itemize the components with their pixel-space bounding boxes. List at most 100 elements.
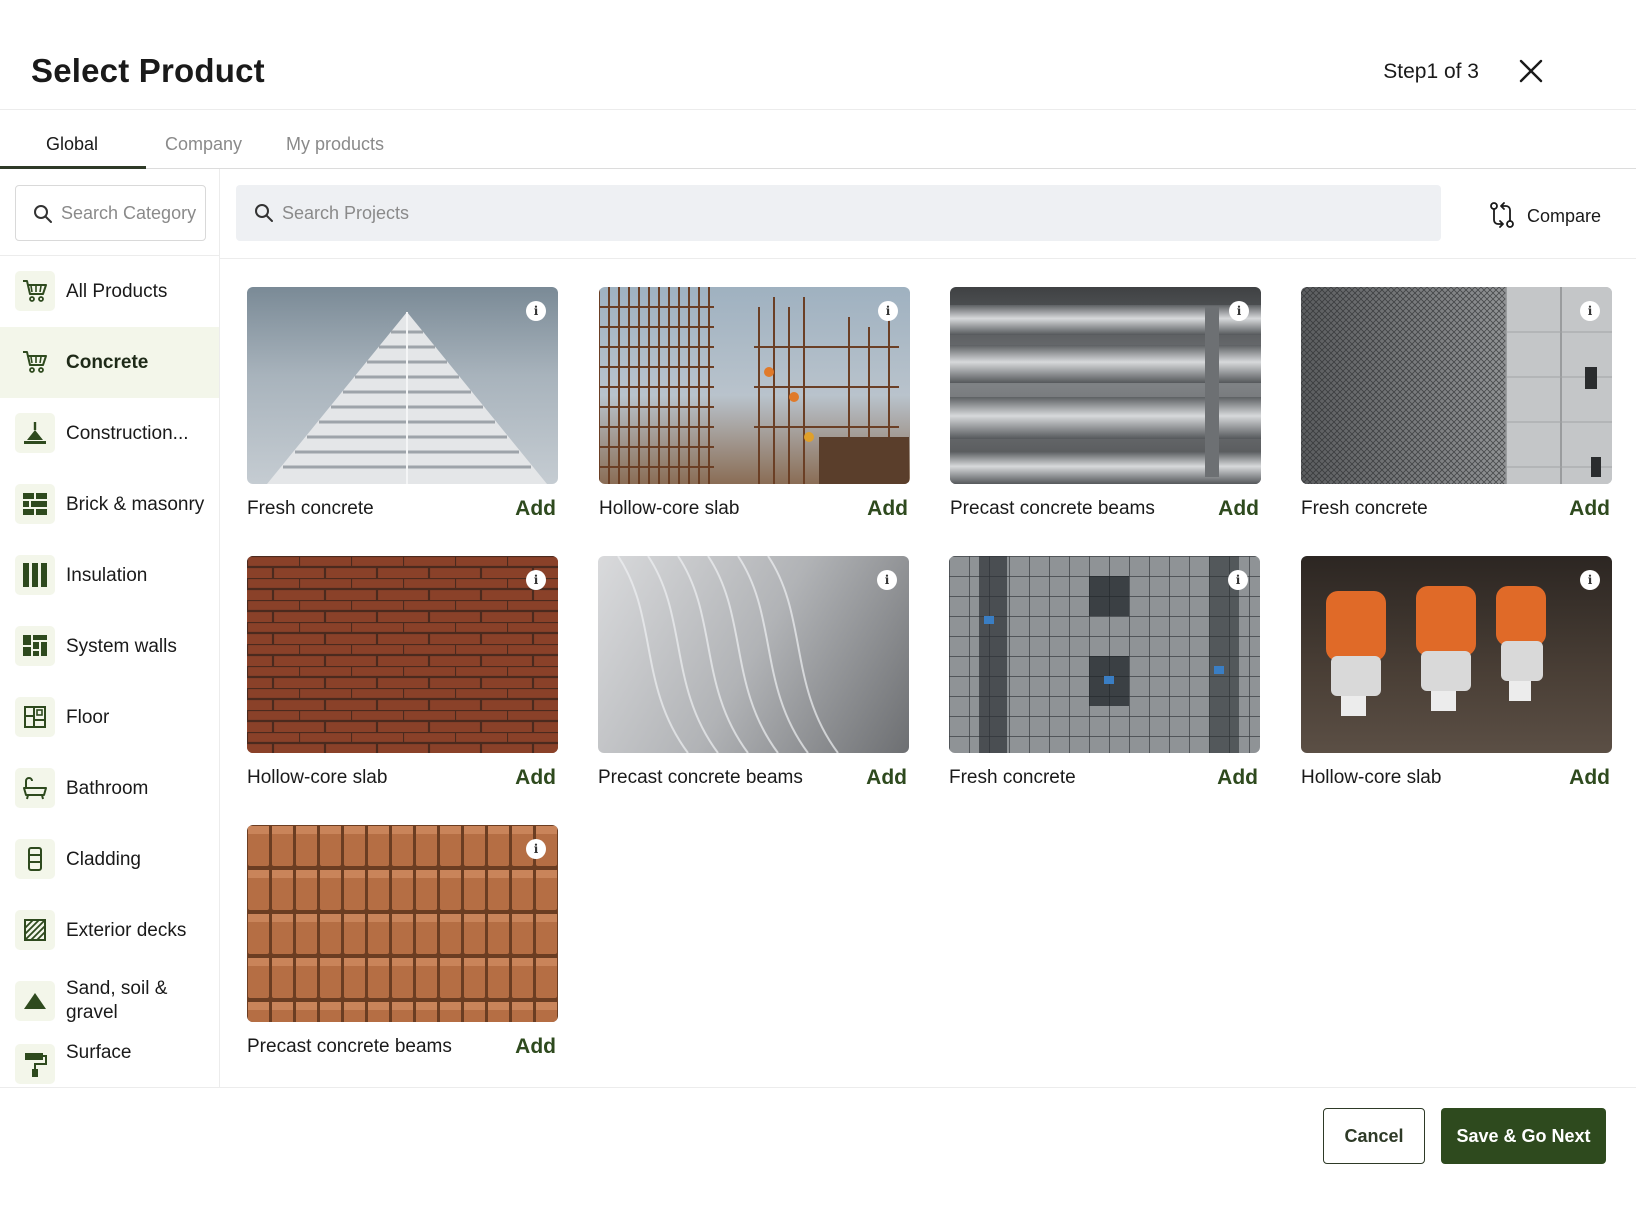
- search-icon: [255, 204, 273, 222]
- product-image-red-brick: i: [247, 556, 558, 753]
- product-name: Precast concrete beams: [598, 767, 803, 788]
- compare-arrows-icon: [1490, 202, 1514, 228]
- tab-company[interactable]: Company: [165, 134, 242, 155]
- product-card[interactable]: i Hollow-core slab Add: [1301, 556, 1612, 796]
- add-product-button[interactable]: Add: [515, 1035, 556, 1059]
- sidebar-item-floor[interactable]: Floor: [0, 682, 219, 753]
- compare-label: Compare: [1527, 206, 1602, 226]
- product-name: Fresh concrete: [1301, 498, 1428, 519]
- sidebar-item-all-products[interactable]: All Products: [0, 256, 219, 327]
- sidebar-item-label: Surface: [66, 1042, 132, 1063]
- info-icon[interactable]: i: [526, 839, 546, 859]
- add-product-button[interactable]: Add: [1217, 766, 1258, 790]
- product-name: Fresh concrete: [247, 498, 374, 519]
- modal-header: Select Product Step1 of 3: [0, 0, 1636, 110]
- sidebar-item-brick-masonry[interactable]: Brick & masonry: [0, 469, 219, 540]
- info-icon[interactable]: i: [1580, 301, 1600, 321]
- add-product-button[interactable]: Add: [1218, 497, 1259, 521]
- product-card[interactable]: i Hollow-core slab Add: [247, 556, 558, 796]
- insulation-icon: [15, 555, 55, 595]
- product-name: Hollow-core slab: [1301, 767, 1442, 788]
- product-image-steel-pipes: i: [950, 287, 1261, 484]
- product-card[interactable]: i Fresh concrete Add: [247, 287, 558, 527]
- sidebar-item-exterior-decks[interactable]: Exterior decks: [0, 895, 219, 966]
- add-product-button[interactable]: Add: [866, 766, 907, 790]
- category-search: [15, 185, 206, 241]
- triangle-icon: [15, 981, 55, 1021]
- info-icon[interactable]: i: [878, 301, 898, 321]
- sidebar-item-concrete[interactable]: Concrete: [0, 327, 219, 398]
- sidebar-item-insulation[interactable]: Insulation: [0, 540, 219, 611]
- sidebar-item-label: Floor: [66, 707, 110, 728]
- product-card[interactable]: i Precast concrete beams Add: [598, 556, 909, 796]
- info-icon[interactable]: i: [526, 570, 546, 590]
- sidebar-item-label: System walls: [66, 636, 177, 657]
- product-name: Hollow-core slab: [247, 767, 388, 788]
- project-search: [236, 185, 1441, 241]
- project-search-input[interactable]: [282, 185, 1422, 241]
- cart-icon: [15, 271, 55, 311]
- product-name: Precast concrete beams: [247, 1036, 452, 1057]
- product-card[interactable]: i Precast concrete beams Add: [247, 825, 558, 1065]
- sidebar-item-construction[interactable]: Construction...: [0, 398, 219, 469]
- cladding-icon: [15, 839, 55, 879]
- product-card[interactable]: i Fresh concrete Add: [949, 556, 1260, 796]
- add-product-button[interactable]: Add: [515, 766, 556, 790]
- category-sidebar: All Products Concrete Construction... Br…: [0, 169, 220, 1087]
- deck-icon: [15, 910, 55, 950]
- sidebar-item-label: Bathroom: [66, 778, 149, 799]
- product-card[interactable]: i Fresh concrete Add: [1301, 287, 1612, 527]
- brick-icon: [15, 484, 55, 524]
- sidebar-item-label: Brick & masonry: [66, 494, 205, 515]
- info-icon[interactable]: i: [1580, 570, 1600, 590]
- sidebar-item-label: Cladding: [66, 849, 141, 870]
- product-name: Hollow-core slab: [599, 498, 740, 519]
- close-icon[interactable]: [1517, 57, 1545, 85]
- sidebar-item-label: Concrete: [66, 352, 149, 373]
- sidebar-item-surface[interactable]: Surface: [0, 1037, 219, 1087]
- tab-global[interactable]: Global: [46, 134, 98, 155]
- wall-panel-icon: [15, 626, 55, 666]
- sidebar-item-label: Construction...: [66, 423, 189, 444]
- step-indicator: Step1 of 3: [1383, 60, 1479, 83]
- modal-footer: Cancel Save & Go Next: [0, 1087, 1636, 1218]
- cancel-button[interactable]: Cancel: [1323, 1108, 1425, 1164]
- product-image-scaffold-facade: i: [949, 556, 1260, 753]
- floor-plan-icon: [15, 697, 55, 737]
- paint-roller-icon: [15, 1044, 55, 1084]
- category-search-input[interactable]: [61, 186, 201, 240]
- info-icon[interactable]: i: [526, 301, 546, 321]
- sidebar-item-sand-soil-gravel[interactable]: Sand, soil & gravel: [0, 966, 219, 1037]
- content-divider: [220, 258, 1636, 259]
- add-product-button[interactable]: Add: [1569, 497, 1610, 521]
- info-icon[interactable]: i: [877, 570, 897, 590]
- product-card[interactable]: i Hollow-core slab Add: [599, 287, 910, 527]
- select-product-modal: Select Product Step1 of 3 Global Company…: [0, 0, 1636, 1218]
- sidebar-item-label: Exterior decks: [66, 920, 187, 941]
- product-name: Precast concrete beams: [950, 498, 1155, 519]
- info-icon[interactable]: i: [1229, 301, 1249, 321]
- product-image-mesh-wall: i: [1301, 287, 1612, 484]
- sidebar-item-label: All Products: [66, 281, 168, 302]
- product-image-brick-stack: i: [247, 825, 558, 1022]
- save-and-next-button[interactable]: Save & Go Next: [1441, 1108, 1606, 1164]
- add-product-button[interactable]: Add: [867, 497, 908, 521]
- cart-icon: [15, 342, 55, 382]
- add-product-button[interactable]: Add: [1569, 766, 1610, 790]
- crane-icon: [15, 413, 55, 453]
- sidebar-item-label: Insulation: [66, 565, 148, 586]
- sidebar-item-cladding[interactable]: Cladding: [0, 824, 219, 895]
- product-image-concrete-pyramid: i: [247, 287, 558, 484]
- sidebar-item-label: Sand, soil & gravel: [66, 978, 168, 1023]
- modal-title: Select Product: [31, 52, 265, 89]
- add-product-button[interactable]: Add: [515, 497, 556, 521]
- info-icon[interactable]: i: [1228, 570, 1248, 590]
- sidebar-item-bathroom[interactable]: Bathroom: [0, 753, 219, 824]
- product-card[interactable]: i Precast concrete beams Add: [950, 287, 1261, 527]
- search-icon: [34, 205, 52, 223]
- product-image-grey-waves: i: [598, 556, 909, 753]
- product-image-rebar-workers: i: [599, 287, 910, 484]
- sidebar-item-system-walls[interactable]: System walls: [0, 611, 219, 682]
- product-image-chainsaws: i: [1301, 556, 1612, 753]
- tab-my-products[interactable]: My products: [286, 134, 384, 155]
